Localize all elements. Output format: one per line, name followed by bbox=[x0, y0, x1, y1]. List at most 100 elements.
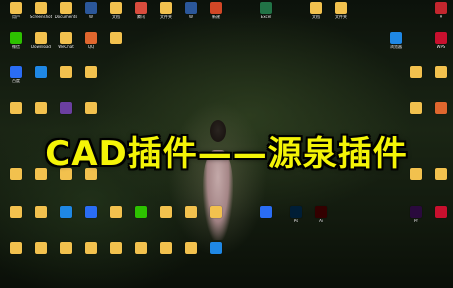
desktop-icon[interactable]: A bbox=[427, 2, 453, 24]
app-icon bbox=[315, 206, 327, 218]
desktop-icon[interactable] bbox=[402, 66, 430, 88]
desktop-icon[interactable]: 百度 bbox=[2, 66, 30, 88]
app-icon bbox=[185, 2, 197, 14]
desktop-icon[interactable]: 文件夹 bbox=[152, 2, 180, 24]
desktop-icon-label: 百度 bbox=[12, 79, 20, 83]
desktop-icon[interactable] bbox=[52, 242, 80, 264]
app-icon bbox=[60, 32, 72, 44]
desktop-icon[interactable]: Ai bbox=[307, 206, 335, 228]
app-icon bbox=[35, 242, 47, 254]
app-icon bbox=[185, 206, 197, 218]
app-icon bbox=[10, 206, 22, 218]
desktop-icon[interactable] bbox=[77, 66, 105, 88]
app-icon bbox=[135, 206, 147, 218]
app-icon bbox=[210, 206, 222, 218]
desktop-icon[interactable]: Screenshot bbox=[27, 2, 55, 24]
desktop-icon[interactable] bbox=[2, 102, 30, 124]
app-icon bbox=[410, 102, 422, 114]
desktop-icon[interactable] bbox=[77, 102, 105, 124]
app-icon bbox=[210, 242, 222, 254]
desktop-icon[interactable] bbox=[2, 242, 30, 264]
app-icon bbox=[260, 206, 272, 218]
desktop-icon[interactable]: Excel bbox=[252, 2, 280, 24]
desktop-icon-label: 文件夹 bbox=[335, 15, 347, 19]
desktop-icon[interactable] bbox=[52, 206, 80, 228]
desktop-icon[interactable]: 用户 bbox=[2, 2, 30, 24]
desktop-icon[interactable] bbox=[27, 102, 55, 124]
app-icon bbox=[160, 2, 172, 14]
desktop-icon[interactable]: Pr bbox=[402, 206, 430, 228]
desktop-icon[interactable]: Documents bbox=[52, 2, 80, 24]
app-icon bbox=[35, 206, 47, 218]
desktop-icon[interactable] bbox=[202, 242, 230, 264]
desktop-icon[interactable] bbox=[52, 66, 80, 88]
desktop-icon[interactable] bbox=[127, 242, 155, 264]
desktop-icon[interactable]: QQ bbox=[77, 32, 105, 54]
app-icon bbox=[435, 66, 447, 78]
desktop-icon[interactable]: Download bbox=[27, 32, 55, 54]
desktop-icon[interactable] bbox=[52, 102, 80, 124]
desktop-icon[interactable] bbox=[102, 32, 130, 54]
app-icon bbox=[10, 242, 22, 254]
app-icon bbox=[110, 2, 122, 14]
desktop-icon[interactable] bbox=[77, 206, 105, 228]
desktop-icon-label: 文档 bbox=[112, 15, 120, 19]
app-icon bbox=[60, 102, 72, 114]
desktop-icon[interactable]: Ps bbox=[282, 206, 310, 228]
desktop-icon[interactable] bbox=[427, 102, 453, 124]
desktop-icon-label: Excel bbox=[260, 15, 272, 19]
app-icon bbox=[410, 66, 422, 78]
desktop-icon[interactable]: 腾讯 bbox=[127, 2, 155, 24]
desktop-icon[interactable] bbox=[177, 242, 205, 264]
app-icon bbox=[60, 66, 72, 78]
desktop-icon-label: 文档 bbox=[312, 15, 320, 19]
desktop-icon-label: QQ bbox=[87, 45, 95, 49]
app-icon bbox=[410, 206, 422, 218]
app-icon bbox=[10, 66, 22, 78]
app-icon bbox=[110, 32, 122, 44]
app-icon bbox=[85, 2, 97, 14]
app-icon bbox=[85, 102, 97, 114]
desktop-icon[interactable] bbox=[2, 206, 30, 228]
desktop-icon[interactable] bbox=[427, 206, 453, 228]
desktop-icon[interactable] bbox=[77, 242, 105, 264]
overlay-title: CAD插件——源泉插件 bbox=[45, 134, 408, 174]
desktop-background[interactable]: 用户 Screenshot Documents W 文档 腾讯 文件夹 W 新建 Excel 文档 文… bbox=[0, 0, 453, 288]
app-icon bbox=[60, 242, 72, 254]
desktop-icon[interactable] bbox=[102, 242, 130, 264]
desktop-icon[interactable] bbox=[427, 66, 453, 88]
desktop-icon-label: W bbox=[189, 15, 193, 19]
desktop-icon[interactable]: 文件夹 bbox=[327, 2, 355, 24]
app-icon bbox=[390, 32, 402, 44]
desktop-icon[interactable] bbox=[152, 242, 180, 264]
desktop-icon[interactable] bbox=[27, 242, 55, 264]
desktop-icon[interactable]: W bbox=[77, 2, 105, 24]
desktop-icon[interactable]: 微信 bbox=[2, 32, 30, 54]
desktop-icon[interactable] bbox=[27, 206, 55, 228]
desktop-icon-label: Ai bbox=[319, 219, 323, 223]
app-icon bbox=[160, 206, 172, 218]
app-icon bbox=[85, 32, 97, 44]
desktop-icon[interactable]: W bbox=[177, 2, 205, 24]
desktop-icon[interactable]: 文档 bbox=[102, 2, 130, 24]
app-icon bbox=[435, 2, 447, 14]
desktop-icon[interactable] bbox=[202, 206, 230, 228]
desktop-icon[interactable]: 新建 bbox=[202, 2, 230, 24]
desktop-icon[interactable]: WeChat bbox=[52, 32, 80, 54]
desktop-icon[interactable] bbox=[402, 102, 430, 124]
desktop-icon-label: WeChat bbox=[58, 45, 74, 49]
desktop-icon[interactable]: 文档 bbox=[302, 2, 330, 24]
app-icon bbox=[10, 2, 22, 14]
desktop-icon[interactable] bbox=[102, 206, 130, 228]
desktop-icon[interactable]: WPS bbox=[427, 32, 453, 54]
desktop-icon-label: W bbox=[89, 15, 93, 19]
desktop-icon[interactable] bbox=[252, 206, 280, 228]
desktop-icon[interactable] bbox=[127, 206, 155, 228]
desktop-icon[interactable] bbox=[177, 206, 205, 228]
app-icon bbox=[435, 32, 447, 44]
app-icon bbox=[310, 2, 322, 14]
desktop-icon[interactable]: 浏览器 bbox=[382, 32, 410, 54]
app-icon bbox=[110, 206, 122, 218]
desktop-icon[interactable] bbox=[152, 206, 180, 228]
desktop-icon[interactable] bbox=[27, 66, 55, 88]
